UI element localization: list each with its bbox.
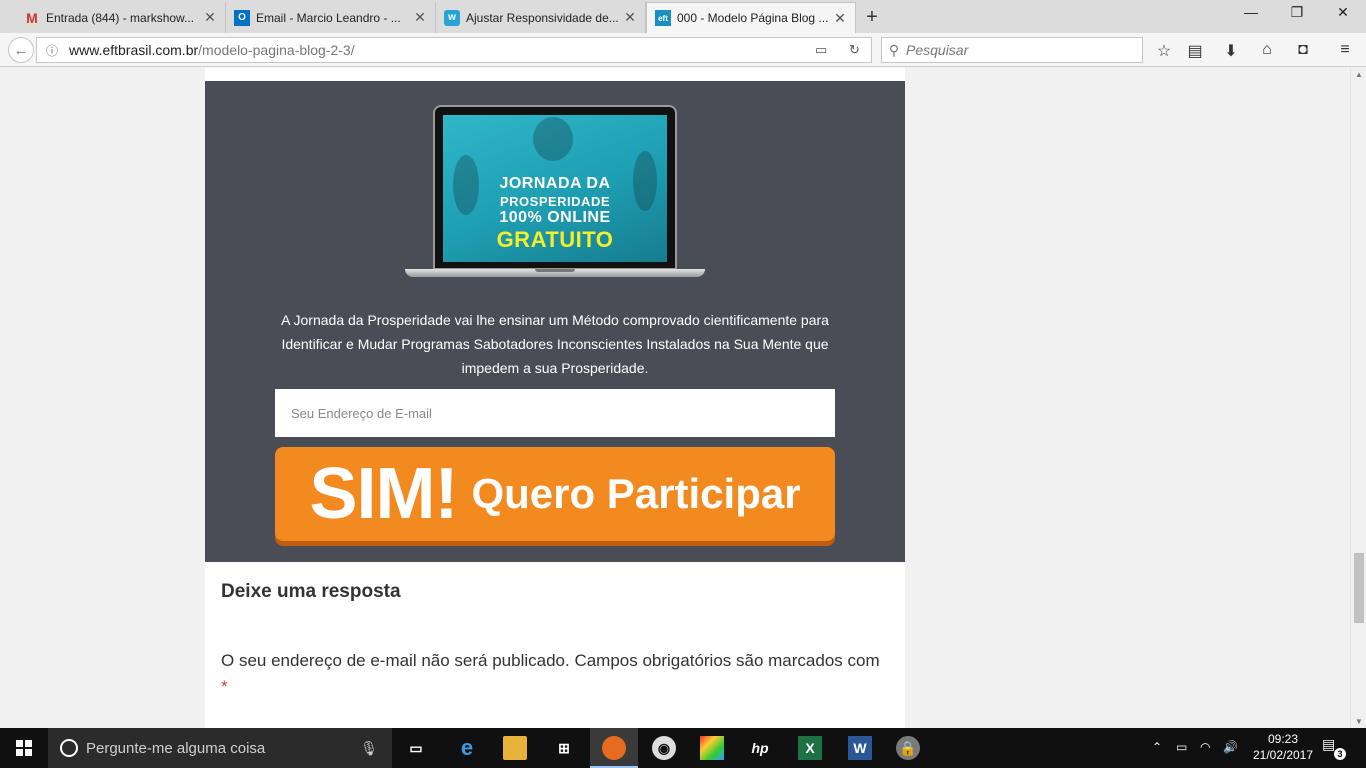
reply-heading: Deixe uma resposta — [221, 581, 401, 602]
tab-title: Entrada (844) - markshow... — [46, 10, 195, 25]
cta-big-text: SIM! — [309, 454, 458, 534]
close-tab-icon[interactable]: ✕ — [413, 9, 427, 26]
laptop-notch — [535, 269, 575, 272]
search-icon: ⚲ — [888, 41, 900, 58]
url-path: /modelo-pagina-blog-2-3/ — [198, 42, 355, 58]
back-arrow-icon: ← — [13, 41, 29, 59]
volume-icon[interactable]: 🔊 — [1223, 740, 1238, 754]
tab-gmail[interactable]: M Entrada (844) - markshow... ✕ — [16, 2, 226, 33]
optin-description: A Jornada da Prosperidade vai lhe ensina… — [281, 312, 829, 376]
pocket-icon[interactable]: ◘ — [1291, 41, 1315, 59]
file-explorer-icon[interactable] — [503, 736, 527, 760]
required-asterisk: * — [221, 677, 228, 696]
word-icon[interactable]: W — [848, 736, 872, 760]
tab-title: 000 - Modelo Página Blog ... — [677, 11, 829, 25]
optin-box: JORNADA DA PROSPERIDADE 100% ONLINE GRAT… — [205, 81, 905, 562]
cta-small-text: Quero Participar — [471, 470, 801, 517]
article-body: JORNADA DA PROSPERIDADE 100% ONLINE GRAT… — [205, 68, 905, 728]
camera-app-icon[interactable]: ◉ — [652, 736, 676, 760]
bookmarks-list-icon[interactable]: ▤ — [1183, 41, 1207, 61]
wifi-icon[interactable]: ◠ — [1200, 740, 1210, 754]
downloads-icon[interactable]: ⬇ — [1219, 41, 1243, 61]
close-tab-icon[interactable]: ✕ — [203, 9, 217, 26]
tab-eft-blog[interactable]: eft 000 - Modelo Página Blog ... ✕ — [646, 2, 856, 33]
cortana-search-box[interactable]: Pergunte-me alguma coisa 🎙 — [48, 728, 392, 768]
scroll-down-icon[interactable]: ▼ — [1351, 717, 1366, 726]
ebook-line-2: PROSPERIDADE — [499, 194, 611, 209]
laptop-lid: JORNADA DA PROSPERIDADE 100% ONLINE GRAT… — [433, 105, 677, 270]
tab-bar: M Entrada (844) - markshow... ✕ O Email … — [0, 0, 1366, 33]
ebook-cover: JORNADA DA PROSPERIDADE 100% ONLINE GRAT… — [443, 115, 667, 262]
edge-icon[interactable]: e — [455, 735, 479, 760]
windows-taskbar: Pergunte-me alguma coisa 🎙 ▭ e ⊞ ◉ hp X … — [0, 728, 1366, 768]
scrollbar-thumb[interactable] — [1354, 553, 1364, 623]
action-center-icon[interactable]: ▤ 3 — [1322, 736, 1346, 760]
url-host: www.eftbrasil.com.br — [69, 42, 199, 58]
workana-icon: w — [444, 9, 460, 26]
new-tab-button[interactable]: + — [860, 6, 884, 29]
clock-time: 09:23 — [1267, 732, 1299, 746]
close-tab-icon[interactable]: ✕ — [623, 9, 637, 26]
eft-icon: eft — [655, 10, 671, 26]
person-figure — [533, 117, 573, 161]
battery-icon[interactable]: ▭ — [1176, 740, 1187, 754]
minimize-icon[interactable]: — — [1228, 4, 1274, 26]
task-view-icon[interactable]: ▭ — [404, 736, 428, 760]
home-icon[interactable]: ⌂ — [1255, 41, 1279, 59]
reader-view-icon[interactable]: ▭ — [815, 42, 827, 58]
reload-icon[interactable]: ↻ — [849, 42, 860, 58]
windows-logo-icon — [16, 740, 32, 756]
tab-title: Email - Marcio Leandro - ... — [256, 10, 401, 25]
reply-notice-text: O seu endereço de e-mail não será public… — [221, 651, 880, 670]
search-bar[interactable]: ⚲ Pesquisar — [881, 37, 1143, 63]
vertical-scrollbar[interactable]: ▲ ▼ — [1350, 68, 1366, 728]
subscribe-button[interactable]: SIM! Quero Participar — [275, 447, 835, 541]
tab-workana[interactable]: w Ajustar Responsividade de... ✕ — [436, 2, 646, 33]
ebook-line-3: 100% ONLINE — [499, 209, 611, 226]
menu-icon[interactable]: ≡ — [1333, 41, 1357, 59]
site-info-icon[interactable]: ⓘ — [41, 42, 63, 59]
bookmark-star-icon[interactable]: ☆ — [1152, 41, 1176, 61]
navigation-toolbar: ← ⓘ www.eftbrasil.com.br/modelo-pagina-b… — [0, 33, 1366, 67]
tab-outlook[interactable]: O Email - Marcio Leandro - ... ✕ — [226, 2, 436, 33]
laptop-mockup-image: JORNADA DA PROSPERIDADE 100% ONLINE GRAT… — [405, 105, 705, 287]
address-bar[interactable]: ⓘ www.eftbrasil.com.br/modelo-pagina-blo… — [36, 37, 872, 63]
notification-count: 3 — [1334, 748, 1346, 760]
cortana-icon — [60, 739, 78, 757]
email-field[interactable] — [275, 389, 835, 437]
clock-date: 21/02/2017 — [1252, 748, 1314, 762]
start-button[interactable] — [0, 728, 48, 768]
cortana-placeholder: Pergunte-me alguma coisa — [86, 739, 266, 757]
excel-icon[interactable]: X — [798, 736, 822, 760]
outlook-icon: O — [234, 9, 250, 26]
show-hidden-icons-icon[interactable]: ⌃ — [1152, 740, 1162, 754]
ebook-line-1: JORNADA DA — [499, 175, 611, 192]
page-viewport: JORNADA DA PROSPERIDADE 100% ONLINE GRAT… — [0, 68, 1350, 728]
store-icon[interactable]: ⊞ — [552, 736, 576, 760]
close-window-icon[interactable]: ✕ — [1320, 4, 1366, 26]
paint-app-icon[interactable] — [700, 736, 724, 760]
firefox-icon[interactable] — [602, 736, 626, 760]
system-clock[interactable]: 09:23 21/02/2017 — [1252, 731, 1314, 763]
back-button[interactable]: ← — [8, 37, 34, 63]
microphone-icon[interactable]: 🎙 — [360, 740, 378, 757]
vpn-lock-icon[interactable]: 🔒 — [896, 736, 920, 760]
tab-title: Ajustar Responsividade de... — [466, 10, 619, 25]
scroll-up-icon[interactable]: ▲ — [1351, 70, 1366, 79]
gmail-icon: M — [26, 9, 38, 26]
ebook-line-4: GRATUITO — [496, 227, 614, 252]
reply-notice: O seu endereço de e-mail não será public… — [221, 648, 901, 700]
restore-icon[interactable]: ❐ — [1274, 4, 1320, 26]
search-placeholder: Pesquisar — [906, 42, 969, 58]
close-tab-icon[interactable]: ✕ — [833, 10, 847, 27]
hp-icon[interactable]: hp — [748, 736, 772, 760]
